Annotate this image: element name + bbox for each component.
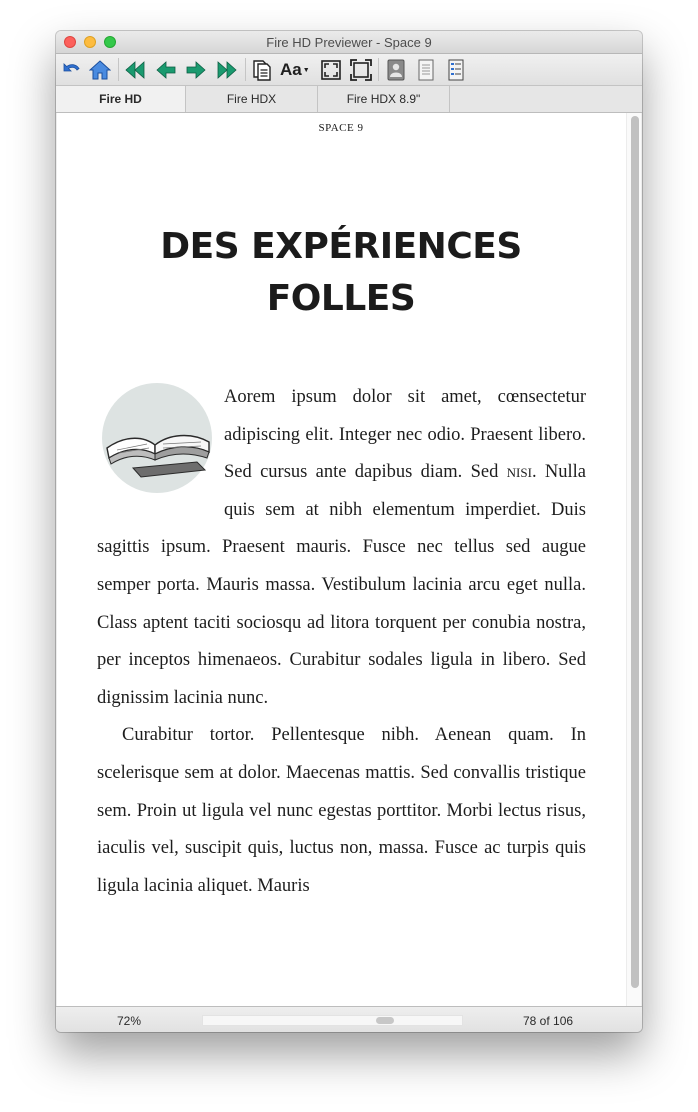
zoom-level: 72% xyxy=(117,1014,142,1028)
next-page-icon xyxy=(186,61,206,79)
chapter-title: DES EXPÉRIENCES FOLLES xyxy=(57,221,625,325)
page-view-icon xyxy=(418,59,434,81)
previewer-window: Fire HD Previewer - Space 9 Aa▼ Fire HD … xyxy=(56,31,642,1032)
page-view-button[interactable] xyxy=(414,58,438,82)
status-bar: 72% 78 of 106 xyxy=(56,1006,642,1032)
first-page-button[interactable] xyxy=(123,58,147,82)
device-tabs: Fire HD Fire HDX Fire HDX 8.9" xyxy=(56,86,642,113)
book-page: SPACE 9 DES EXPÉRIENCES FOLLES Aorem ips… xyxy=(57,113,641,1006)
profile-image-button[interactable] xyxy=(384,58,408,82)
page-slider-thumb[interactable] xyxy=(376,1017,394,1024)
toolbar-separator xyxy=(118,58,119,81)
full-screen-button[interactable] xyxy=(349,58,373,82)
tab-fire-hdx-8-9[interactable]: Fire HDX 8.9" xyxy=(318,86,450,112)
tab-fire-hdx[interactable]: Fire HDX xyxy=(186,86,318,112)
toc-button[interactable] xyxy=(444,58,468,82)
toolbar: Aa▼ xyxy=(56,54,642,86)
dropdown-caret-icon: ▼ xyxy=(302,66,310,74)
vertical-scrollbar[interactable] xyxy=(626,113,641,1006)
toc-icon xyxy=(448,59,464,81)
paragraph: Curabitur tortor. Pellentesque nibh. Aen… xyxy=(97,725,586,896)
next-page-button[interactable] xyxy=(184,58,208,82)
full-screen-icon xyxy=(350,59,372,81)
chapter-title-line: DES EXPÉRIENCES xyxy=(160,226,522,267)
last-page-icon xyxy=(217,61,237,79)
toolbar-separator xyxy=(378,58,379,81)
toolbar-separator xyxy=(245,58,246,81)
font-size-button[interactable]: Aa▼ xyxy=(280,58,314,82)
open-book-illustration xyxy=(102,383,212,493)
chapter-title-line: FOLLES xyxy=(266,278,416,319)
window-title: Fire HD Previewer - Space 9 xyxy=(266,35,432,50)
tab-fire-hd[interactable]: Fire HD xyxy=(56,86,186,112)
small-caps-word: nisi xyxy=(506,462,532,483)
previous-page-button[interactable] xyxy=(154,58,178,82)
vertical-scroll-thumb[interactable] xyxy=(631,116,639,988)
body-text: Aorem ipsum dolor sit amet, cœnsectetur … xyxy=(97,379,586,905)
font-size-icon: Aa xyxy=(280,60,302,79)
paragraph: Aorem ipsum dolor sit amet, cœnsectetur … xyxy=(97,379,586,717)
page-counter: 78 of 106 xyxy=(523,1014,574,1028)
document-icon xyxy=(253,60,271,81)
home-icon xyxy=(89,60,111,80)
undo-button[interactable] xyxy=(59,58,83,82)
fit-page-icon xyxy=(321,60,341,80)
first-page-icon xyxy=(125,61,145,79)
title-bar: Fire HD Previewer - Space 9 xyxy=(56,31,642,54)
document-button[interactable] xyxy=(250,58,274,82)
last-page-button[interactable] xyxy=(215,58,239,82)
previous-page-icon xyxy=(156,61,176,79)
undo-icon xyxy=(63,63,80,72)
profile-image-icon xyxy=(387,59,405,81)
page-slider[interactable] xyxy=(202,1015,463,1026)
home-button[interactable] xyxy=(88,58,112,82)
paragraph-text: . Nulla quis sem at nibh elementum imper… xyxy=(97,462,586,708)
fit-page-button[interactable] xyxy=(319,58,343,82)
running-header: SPACE 9 xyxy=(318,122,364,134)
